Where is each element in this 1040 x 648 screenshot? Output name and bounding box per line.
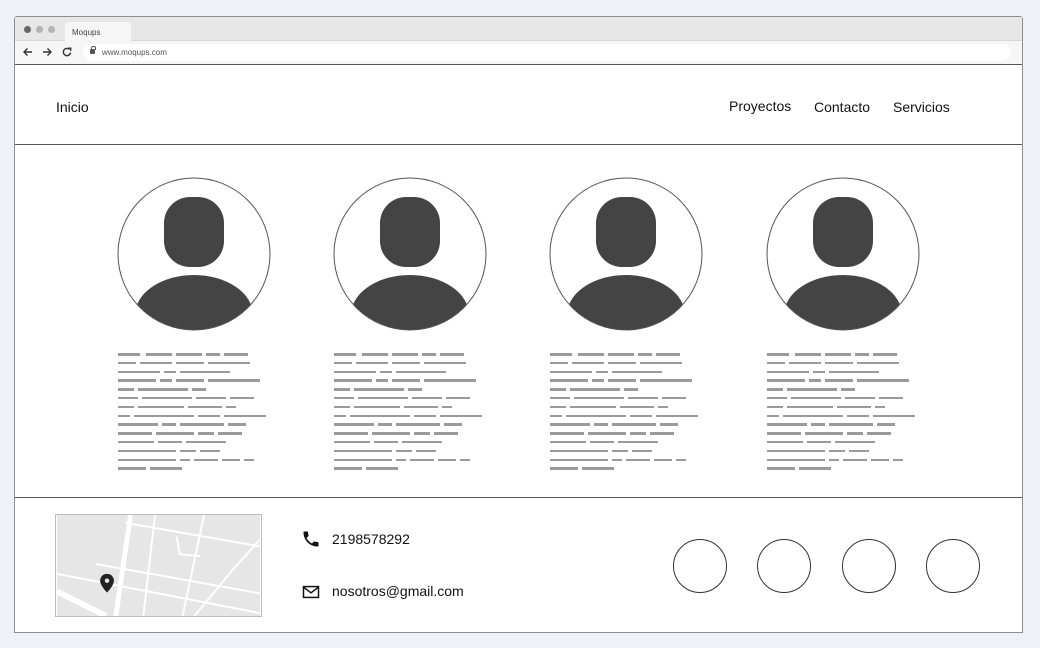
location-map[interactable] xyxy=(55,514,262,617)
placeholder-text-line xyxy=(767,432,937,435)
team-member-avatar-2 xyxy=(333,177,487,331)
close-dot[interactable] xyxy=(24,26,31,33)
placeholder-text-line xyxy=(334,370,504,374)
placeholder-text-line xyxy=(767,353,937,356)
placeholder-text-line xyxy=(118,432,288,435)
browser-tab[interactable]: Moqups xyxy=(65,22,131,42)
placeholder-text-line xyxy=(550,449,720,453)
team-member-avatar-4 xyxy=(766,177,920,331)
placeholder-text-line xyxy=(118,440,288,444)
placeholder-text-line xyxy=(767,379,937,382)
social-link-3[interactable] xyxy=(842,539,896,593)
placeholder-text-line xyxy=(334,432,504,435)
placeholder-text-line xyxy=(767,405,937,409)
placeholder-text-line xyxy=(767,458,937,462)
placeholder-text-line xyxy=(767,440,937,444)
placeholder-text-line xyxy=(334,379,504,382)
nav-link-servicios[interactable]: Servicios xyxy=(893,99,950,115)
envelope-icon xyxy=(302,585,320,599)
team-member-bio-1 xyxy=(118,353,288,476)
placeholder-text-line xyxy=(550,370,720,374)
placeholder-text-line xyxy=(767,388,937,391)
placeholder-text-line xyxy=(334,405,504,409)
placeholder-text-line xyxy=(767,370,937,374)
title-bar: Moqups xyxy=(15,17,1022,42)
reload-icon[interactable] xyxy=(61,46,73,58)
placeholder-text-line xyxy=(550,361,720,365)
placeholder-text-line xyxy=(334,361,504,365)
nav-link-proyectos[interactable]: Proyectos xyxy=(729,98,791,114)
site-footer: 2198578292 nosotros@gmail.com xyxy=(15,497,1022,634)
nav-link-contacto[interactable]: Contacto xyxy=(814,99,870,115)
social-link-4[interactable] xyxy=(926,539,980,593)
placeholder-text-line xyxy=(767,449,937,453)
forward-arrow-icon[interactable] xyxy=(41,46,53,58)
team-member-bio-3 xyxy=(550,353,720,476)
phone-icon xyxy=(303,531,319,547)
placeholder-text-line xyxy=(334,467,504,470)
nav-link-inicio[interactable]: Inicio xyxy=(56,99,89,115)
placeholder-text-line xyxy=(550,414,720,418)
maximize-dot[interactable] xyxy=(48,26,55,33)
placeholder-text-line xyxy=(118,467,288,470)
social-link-2[interactable] xyxy=(757,539,811,593)
placeholder-text-line xyxy=(334,353,504,356)
placeholder-text-line xyxy=(118,361,288,365)
placeholder-text-line xyxy=(334,449,504,453)
placeholder-text-line xyxy=(118,370,288,374)
team-member-avatar-3 xyxy=(549,177,703,331)
placeholder-text-line xyxy=(550,440,720,444)
placeholder-text-line xyxy=(767,467,937,470)
address-bar[interactable]: www.moqups.com xyxy=(83,44,1011,61)
placeholder-text-line xyxy=(767,414,937,418)
placeholder-text-line xyxy=(118,379,288,382)
placeholder-text-line xyxy=(550,388,720,391)
placeholder-text-line xyxy=(550,467,720,470)
team-member-avatar-1 xyxy=(117,177,271,331)
lock-icon xyxy=(90,46,96,54)
browser-toolbar: www.moqups.com xyxy=(15,41,1022,65)
tab-title: Moqups xyxy=(72,28,101,37)
placeholder-text-line xyxy=(550,396,720,400)
placeholder-text-line xyxy=(334,440,504,444)
placeholder-text-line xyxy=(118,396,288,400)
placeholder-text-line xyxy=(334,396,504,400)
placeholder-text-line xyxy=(118,414,288,418)
site-header: Inicio Proyectos Contacto Servicios xyxy=(15,65,1022,145)
placeholder-text-line xyxy=(334,388,504,391)
team-member-bio-2 xyxy=(334,353,504,476)
placeholder-text-line xyxy=(767,423,937,426)
team-member-bio-4 xyxy=(767,353,937,476)
placeholder-text-line xyxy=(118,458,288,462)
placeholder-text-line xyxy=(550,353,720,356)
placeholder-text-line xyxy=(334,423,504,426)
social-link-1[interactable] xyxy=(673,539,727,593)
placeholder-text-line xyxy=(767,396,937,400)
placeholder-text-line xyxy=(334,458,504,462)
placeholder-text-line xyxy=(550,379,720,382)
url-text: www.moqups.com xyxy=(102,48,167,57)
minimize-dot[interactable] xyxy=(36,26,43,33)
phone-number[interactable]: 2198578292 xyxy=(332,531,410,547)
email-address[interactable]: nosotros@gmail.com xyxy=(332,583,464,599)
back-arrow-icon[interactable] xyxy=(22,46,34,58)
browser-window: Moqups www.moqups.com Inicio Proyectos C… xyxy=(14,16,1023,633)
placeholder-text-line xyxy=(550,405,720,409)
placeholder-text-line xyxy=(118,423,288,426)
placeholder-text-line xyxy=(334,414,504,418)
placeholder-text-line xyxy=(118,353,288,356)
placeholder-text-line xyxy=(550,432,720,435)
placeholder-text-line xyxy=(767,361,937,365)
placeholder-text-line xyxy=(550,423,720,426)
placeholder-text-line xyxy=(118,449,288,453)
placeholder-text-line xyxy=(550,458,720,462)
placeholder-text-line xyxy=(118,405,288,409)
placeholder-text-line xyxy=(118,388,288,391)
